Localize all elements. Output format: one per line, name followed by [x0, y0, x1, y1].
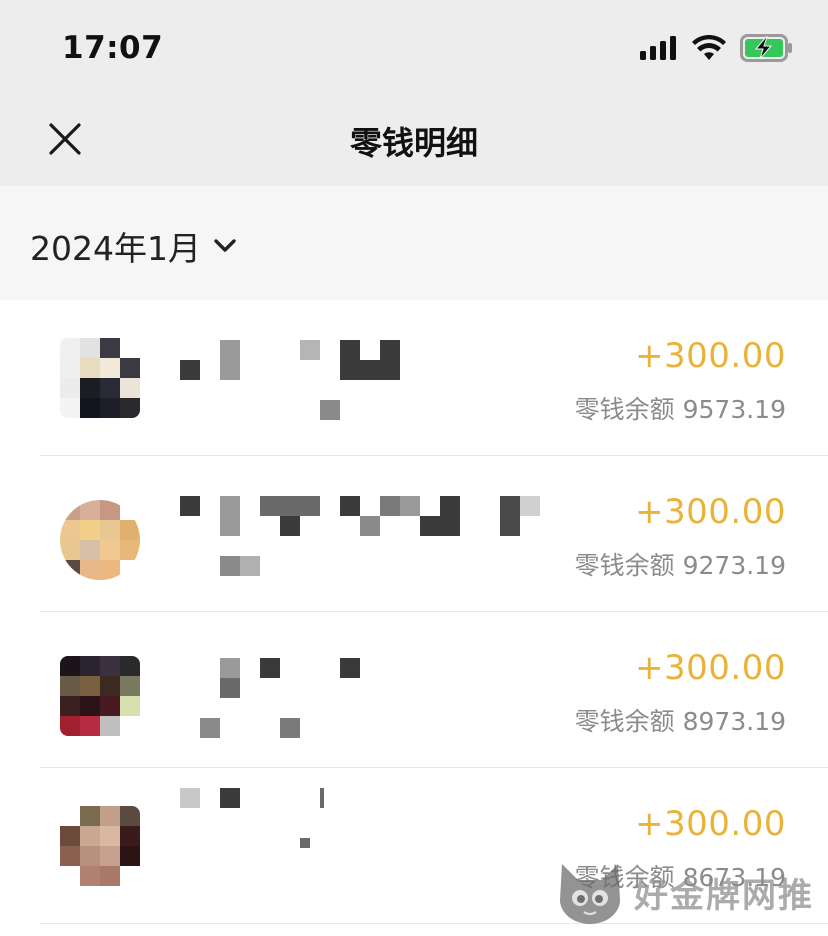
status-bar: 17:07	[0, 0, 828, 96]
transaction-row[interactable]: +300.00 零钱余额 9273.19	[0, 456, 828, 612]
page-title: 零钱明细	[349, 124, 478, 162]
balance-value: 8973.19	[682, 707, 786, 736]
amount: +300.00	[635, 648, 786, 688]
balance-label: 零钱余额	[574, 707, 675, 736]
balance-value: 9573.19	[682, 395, 786, 424]
balance: 零钱余额 9273.19	[575, 546, 786, 582]
transaction-list: +300.00 零钱余额 9573.19 +300.00 零钱余额 9273.1…	[0, 300, 828, 924]
redacted-name	[180, 496, 540, 576]
status-time: 17:07	[62, 30, 164, 66]
transaction-row[interactable]: +300.00 零钱余额 9573.19	[0, 300, 828, 456]
amount: +300.00	[635, 804, 786, 844]
balance-label: 零钱余额	[574, 395, 675, 424]
watermark: 好金牌网推	[554, 860, 814, 924]
avatar	[60, 656, 140, 736]
avatar	[60, 500, 140, 580]
redacted-name	[180, 658, 380, 738]
battery-charging-icon	[740, 34, 792, 62]
month-filter-bar: 2024年1月	[0, 186, 828, 300]
chevron-down-icon	[214, 239, 236, 252]
balance: 零钱余额 8973.19	[575, 702, 786, 738]
balance-label: 零钱余额	[574, 551, 675, 580]
amount: +300.00	[635, 492, 786, 532]
balance: 零钱余额 9573.19	[575, 390, 786, 426]
status-icons	[640, 34, 794, 62]
watermark-text: 好金牌网推	[634, 875, 814, 916]
transaction-row[interactable]: +300.00 零钱余额 8973.19	[0, 612, 828, 768]
balance-value: 9273.19	[682, 551, 786, 580]
amount: +300.00	[635, 336, 786, 376]
cellular-signal-icon	[640, 36, 676, 60]
cat-logo-icon	[560, 864, 620, 924]
redacted-name	[180, 788, 380, 868]
nav-bar: 零钱明细	[0, 96, 828, 186]
wifi-icon	[692, 35, 726, 60]
redacted-name	[180, 340, 420, 420]
avatar	[60, 806, 140, 886]
avatar	[60, 338, 140, 418]
month-selector[interactable]: 2024年1月	[30, 222, 237, 270]
month-label: 2024年1月	[30, 229, 201, 268]
